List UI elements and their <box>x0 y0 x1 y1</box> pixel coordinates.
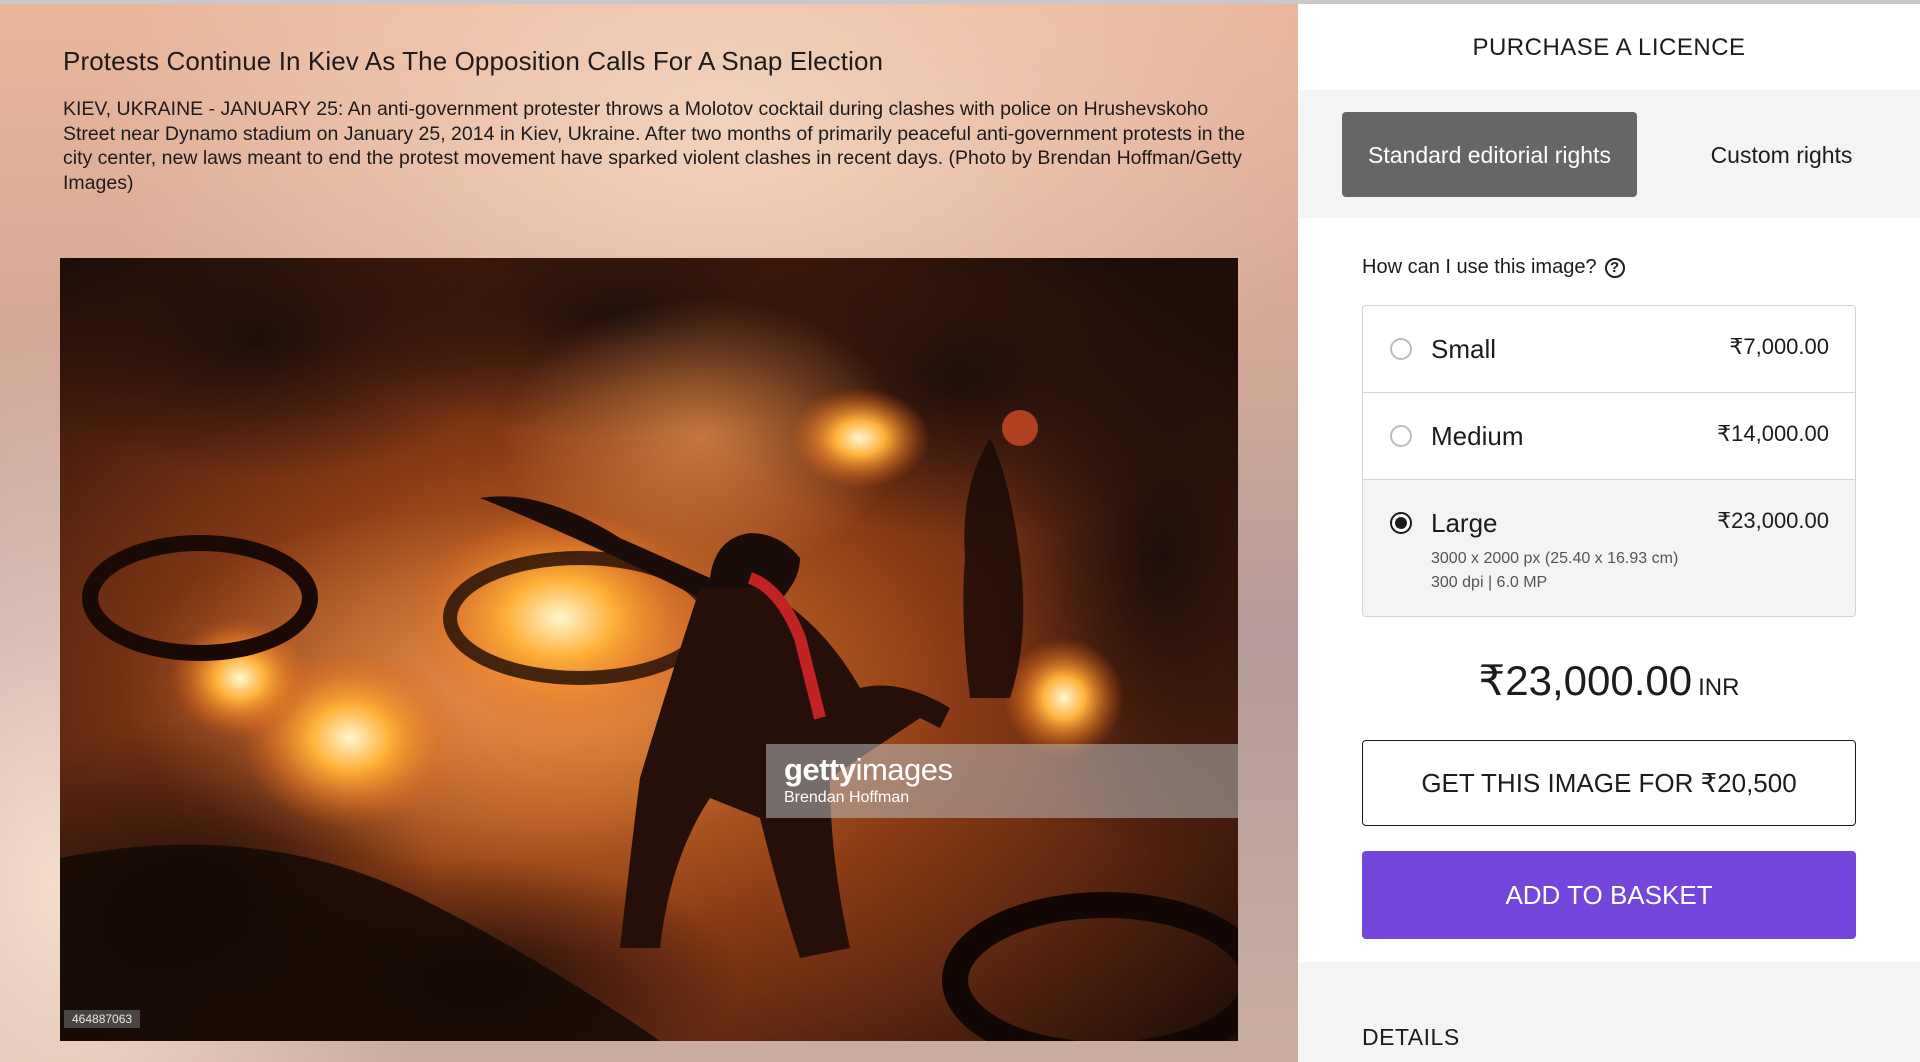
usage-question-text: How can I use this image? <box>1362 256 1597 278</box>
size-label: Small <box>1431 334 1497 364</box>
size-price: ₹23,000.00 <box>1717 508 1829 533</box>
image-id-label: 464887063 <box>64 1010 141 1028</box>
getty-watermark: gettyimages Brendan Hoffman <box>766 744 1238 818</box>
size-label: Large <box>1431 508 1498 538</box>
get-image-offer-button[interactable]: GET THIS IMAGE FOR ₹20,500 <box>1362 740 1856 826</box>
tab-standard-editorial-rights[interactable]: Standard editorial rights <box>1342 112 1637 197</box>
image-preview-pane: Protests Continue In Kiev As The Opposit… <box>0 4 1298 1062</box>
radio-medium[interactable] <box>1390 425 1412 447</box>
getty-logo: gettyimages <box>784 752 953 787</box>
total-currency: INR <box>1698 674 1740 701</box>
photographer-credit: Brendan Hoffman <box>784 789 910 806</box>
size-price: ₹7,000.00 <box>1729 334 1829 359</box>
total-amount: ₹23,000.00 <box>1478 657 1693 704</box>
question-circle-icon[interactable]: ? <box>1604 257 1625 278</box>
details-heading[interactable]: DETAILS <box>1362 1024 1460 1051</box>
size-option-medium[interactable]: Medium ₹14,000.00 <box>1363 393 1855 480</box>
image-caption: KIEV, UKRAINE - JANUARY 25: An anti-gove… <box>63 98 1246 194</box>
image-title: Protests Continue In Kiev As The Opposit… <box>63 46 884 76</box>
size-option-small[interactable]: Small ₹7,000.00 <box>1363 306 1855 393</box>
licence-panel: PURCHASE A LICENCE Standard editorial ri… <box>1298 4 1920 1062</box>
radio-large[interactable] <box>1390 512 1412 534</box>
add-to-basket-button[interactable]: ADD TO BASKET <box>1362 851 1856 939</box>
total-price: ₹23,000.00 INR <box>1298 656 1920 705</box>
photo-illustration <box>60 258 1238 1041</box>
size-option-large[interactable]: Large ₹23,000.00 3000 x 2000 px (25.40 x… <box>1363 480 1855 616</box>
size-dimensions: 3000 x 2000 px (25.40 x 16.93 cm) <box>1431 550 1679 567</box>
size-resolution: 300 dpi | 6.0 MP <box>1431 574 1548 591</box>
size-label: Medium <box>1431 421 1524 451</box>
purchase-heading: PURCHASE A LICENCE <box>1472 34 1746 61</box>
size-price: ₹14,000.00 <box>1717 421 1829 446</box>
image-detail-page: Protests Continue In Kiev As The Opposit… <box>0 0 1920 1062</box>
rights-tabs: Standard editorial rights Custom rights <box>1298 90 1920 218</box>
tab-custom-rights[interactable]: Custom rights <box>1634 112 1920 197</box>
radio-small[interactable] <box>1390 338 1412 360</box>
size-options: Small ₹7,000.00 Medium ₹14,000.00 Large … <box>1362 305 1856 617</box>
usage-question: How can I use this image? ? <box>1362 256 1625 279</box>
preview-photo[interactable]: gettyimages Brendan Hoffman 464887063 <box>60 258 1238 1041</box>
